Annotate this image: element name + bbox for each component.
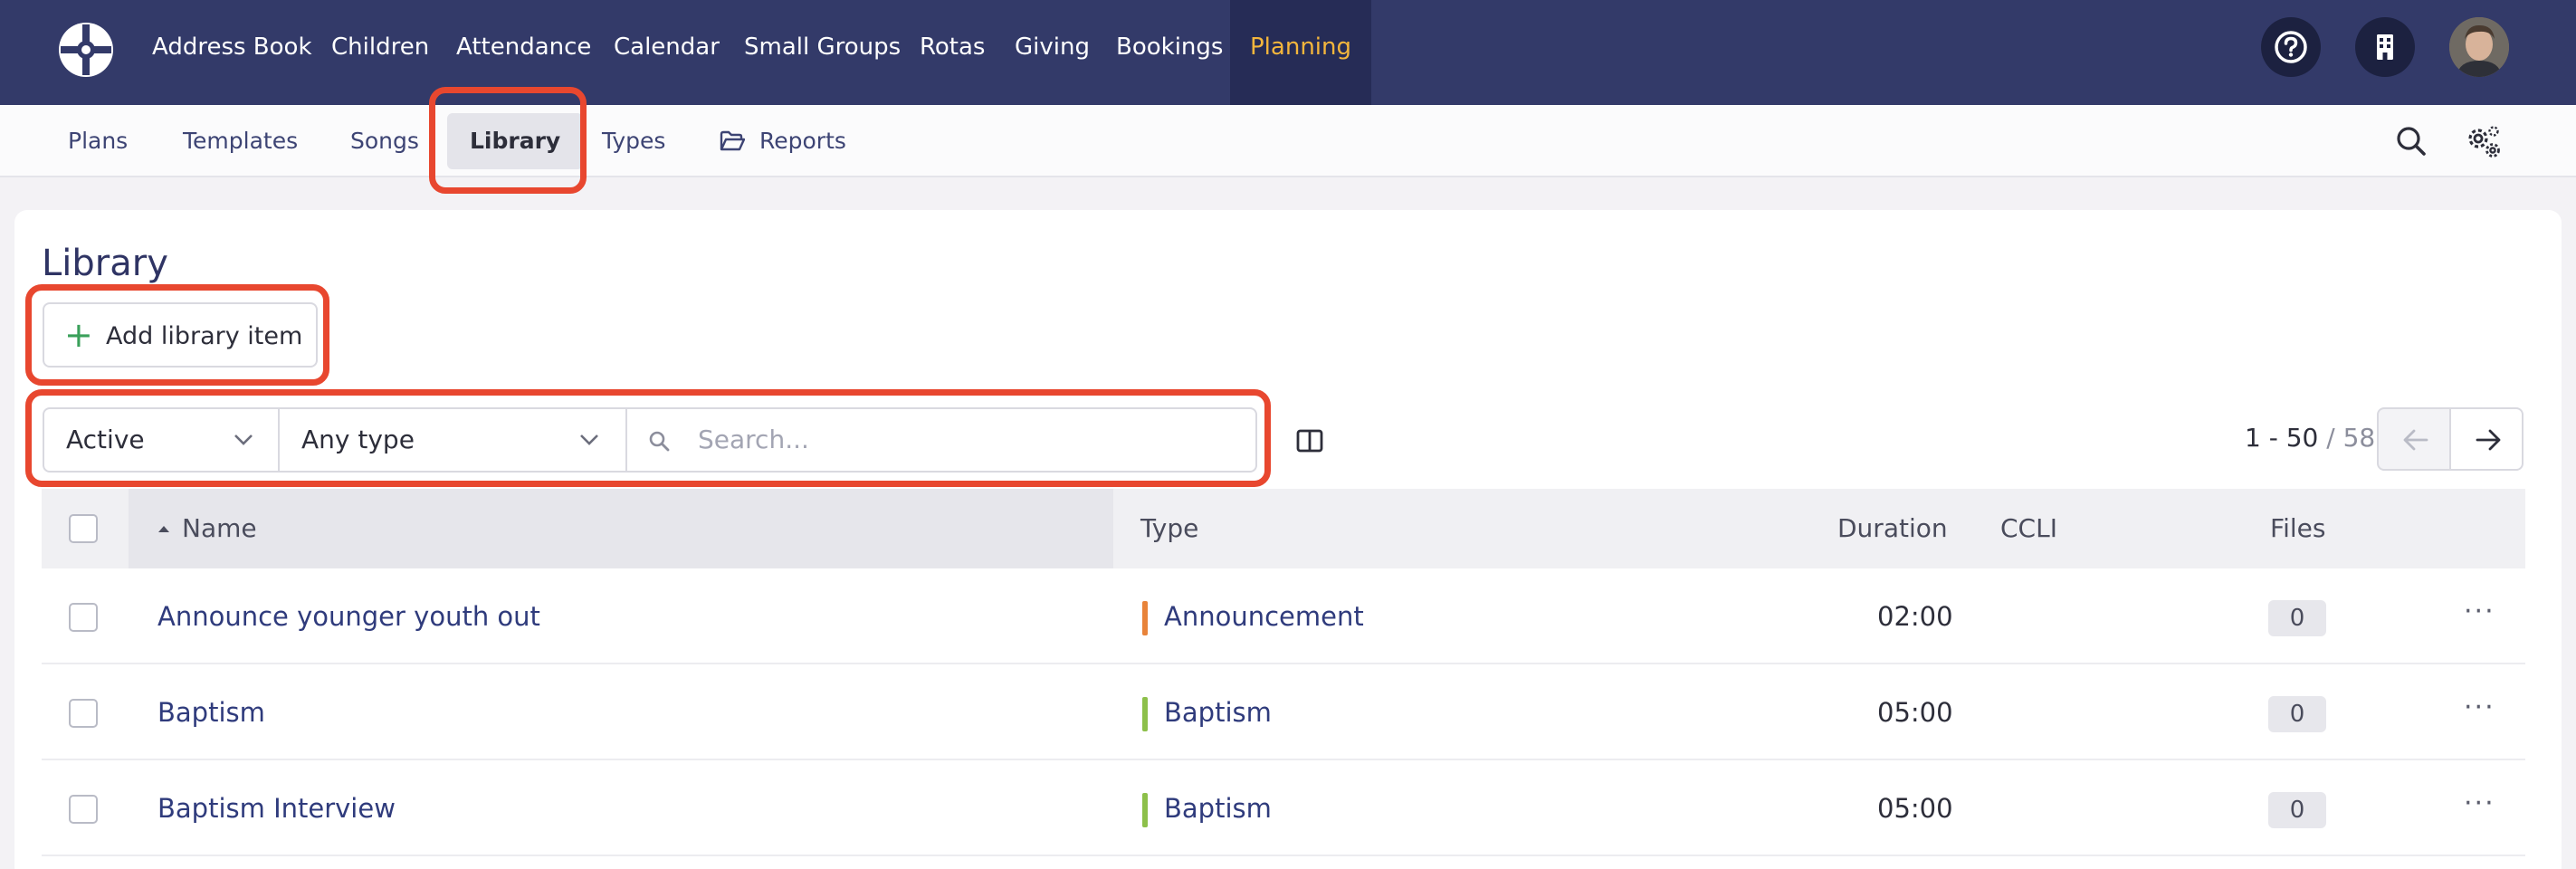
next-page-button[interactable] (2449, 407, 2524, 471)
add-library-item-button[interactable]: + Add library item (43, 302, 318, 368)
row-actions-icon[interactable]: ··· (2464, 568, 2495, 655)
row-actions-icon[interactable]: ··· (2464, 664, 2495, 751)
row-checkbox[interactable] (69, 603, 98, 632)
row-duration: 05:00 (1877, 697, 1953, 728)
status-select-value: Active (66, 425, 145, 454)
row-name[interactable]: Announce younger youth out (157, 568, 540, 664)
type-color-bar (1142, 793, 1148, 827)
column-files[interactable]: Files (2270, 489, 2325, 568)
plus-icon: + (64, 315, 93, 355)
row-actions-icon[interactable]: ··· (2464, 760, 2495, 847)
row-name[interactable]: Baptism Interview (157, 760, 396, 856)
sub-navbar: Plans Templates Songs Library Types Repo… (0, 105, 2576, 177)
pagination-total: / 58 (2326, 423, 2376, 453)
page-title: Library (42, 243, 168, 284)
search-input[interactable]: Search... (698, 409, 1241, 471)
folder-open-icon (720, 130, 745, 151)
settings-gears-icon[interactable] (2464, 123, 2504, 161)
type-color-bar (1142, 697, 1148, 731)
nav-small-groups[interactable]: Small Groups (744, 0, 901, 105)
building-icon (2377, 34, 2393, 60)
nav-calendar[interactable]: Calendar (614, 0, 720, 105)
tab-templates[interactable]: Templates (183, 105, 298, 177)
add-library-item-label: Add library item (106, 322, 303, 350)
type-select[interactable]: Any type (280, 409, 627, 471)
help-icon (2275, 31, 2307, 63)
status-select[interactable]: Active (44, 409, 278, 471)
row-duration: 05:00 (1877, 793, 1953, 824)
pagination-range: 1 - 50 (2245, 423, 2319, 453)
name-column-header-bg (129, 489, 1113, 568)
table-header: Name Type Duration CCLI Files (42, 489, 2525, 568)
column-name[interactable]: Name (182, 489, 257, 568)
tab-types[interactable]: Types (602, 105, 665, 177)
sort-ascending-icon (158, 526, 169, 532)
files-count-badge[interactable]: 0 (2268, 696, 2326, 732)
nav-planning[interactable]: Planning (1230, 0, 1371, 105)
row-type[interactable]: Baptism (1164, 664, 1272, 760)
files-count-badge[interactable]: 0 (2268, 600, 2326, 636)
column-type[interactable]: Type (1140, 489, 1198, 568)
columns-toggle-icon[interactable] (1296, 429, 1323, 453)
nav-children[interactable]: Children (331, 0, 429, 105)
search-icon[interactable] (2393, 123, 2429, 159)
type-color-bar (1142, 601, 1148, 635)
filter-bar: Active Any type Search... (43, 407, 1257, 473)
chevron-down-icon (234, 434, 253, 445)
help-button[interactable] (2261, 17, 2321, 77)
column-duration[interactable]: Duration (1837, 489, 1948, 568)
nav-rotas[interactable]: Rotas (920, 0, 985, 105)
table-row[interactable]: Announce younger youth out Announcement … (42, 568, 2525, 664)
organisation-button[interactable] (2355, 17, 2415, 77)
arrow-left-icon (2403, 429, 2428, 451)
nav-bookings[interactable]: Bookings (1116, 0, 1223, 105)
row-duration: 02:00 (1877, 601, 1953, 632)
row-checkbox[interactable] (69, 795, 98, 824)
pagination-info: 1 - 50 / 58 (2245, 423, 2375, 453)
nav-giving[interactable]: Giving (1015, 0, 1090, 105)
top-navbar: Address Book Children Attendance Calenda… (0, 0, 2576, 105)
table-row[interactable]: Baptism Interview Baptism 05:00 0 ··· (42, 760, 2525, 856)
arrow-right-icon (2476, 429, 2501, 451)
nav-attendance[interactable]: Attendance (456, 0, 591, 105)
cross-circle-logo-icon[interactable] (55, 19, 117, 81)
search-icon (649, 431, 670, 452)
chevron-down-icon (580, 434, 598, 445)
nav-address-book[interactable]: Address Book (152, 0, 312, 105)
row-name[interactable]: Baptism (157, 664, 265, 760)
tab-library[interactable]: Library (447, 113, 584, 169)
previous-page-button[interactable] (2377, 407, 2451, 471)
row-type[interactable]: Announcement (1164, 568, 1364, 664)
type-select-value: Any type (301, 425, 415, 454)
divider (625, 409, 627, 471)
avatar[interactable] (2449, 17, 2509, 77)
row-checkbox[interactable] (69, 699, 98, 728)
table-row[interactable]: Baptism Baptism 05:00 0 ··· (42, 664, 2525, 760)
files-count-badge[interactable]: 0 (2268, 792, 2326, 828)
row-type[interactable]: Baptism (1164, 760, 1272, 856)
tab-plans[interactable]: Plans (68, 105, 128, 177)
select-all-checkbox[interactable] (69, 514, 98, 543)
column-ccli[interactable]: CCLI (2000, 489, 2057, 568)
tab-reports-label: Reports (759, 128, 846, 154)
tab-songs[interactable]: Songs (350, 105, 419, 177)
